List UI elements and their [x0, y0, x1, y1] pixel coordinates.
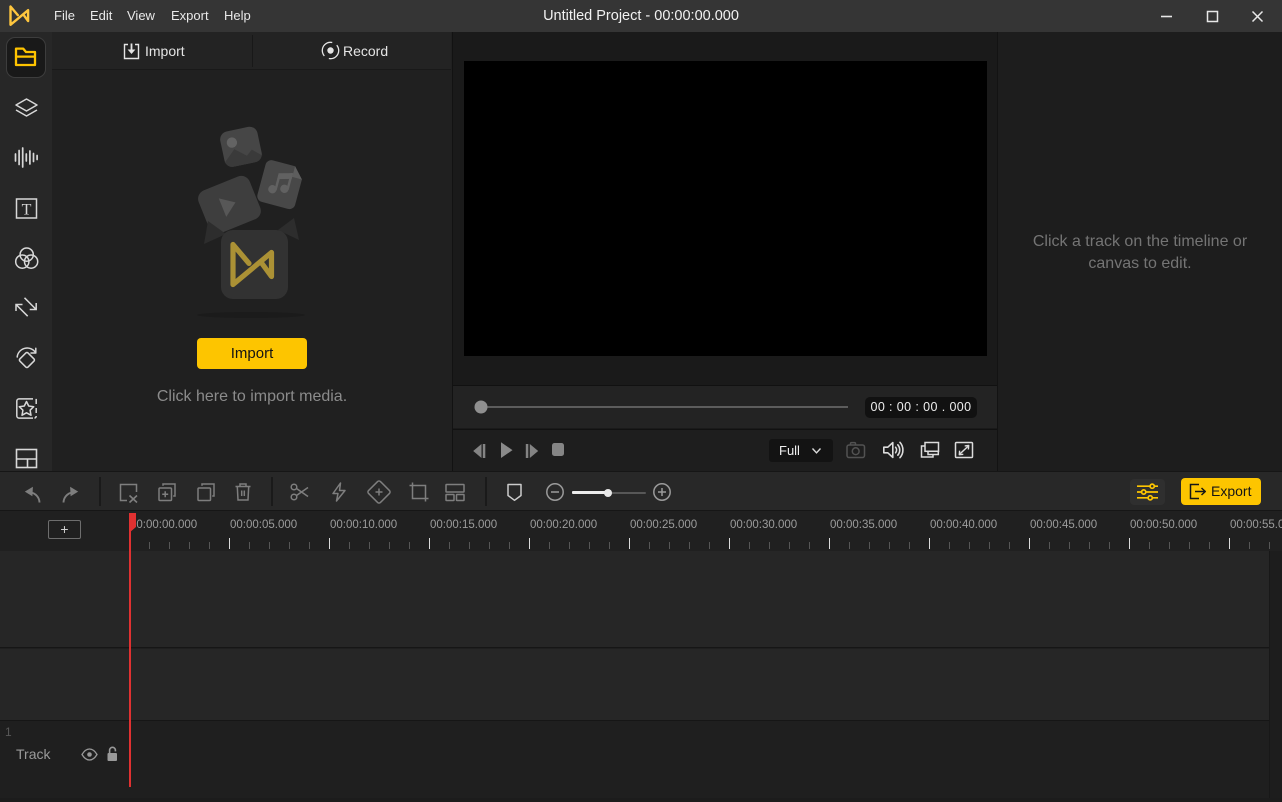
svg-text:T: T	[22, 202, 32, 219]
